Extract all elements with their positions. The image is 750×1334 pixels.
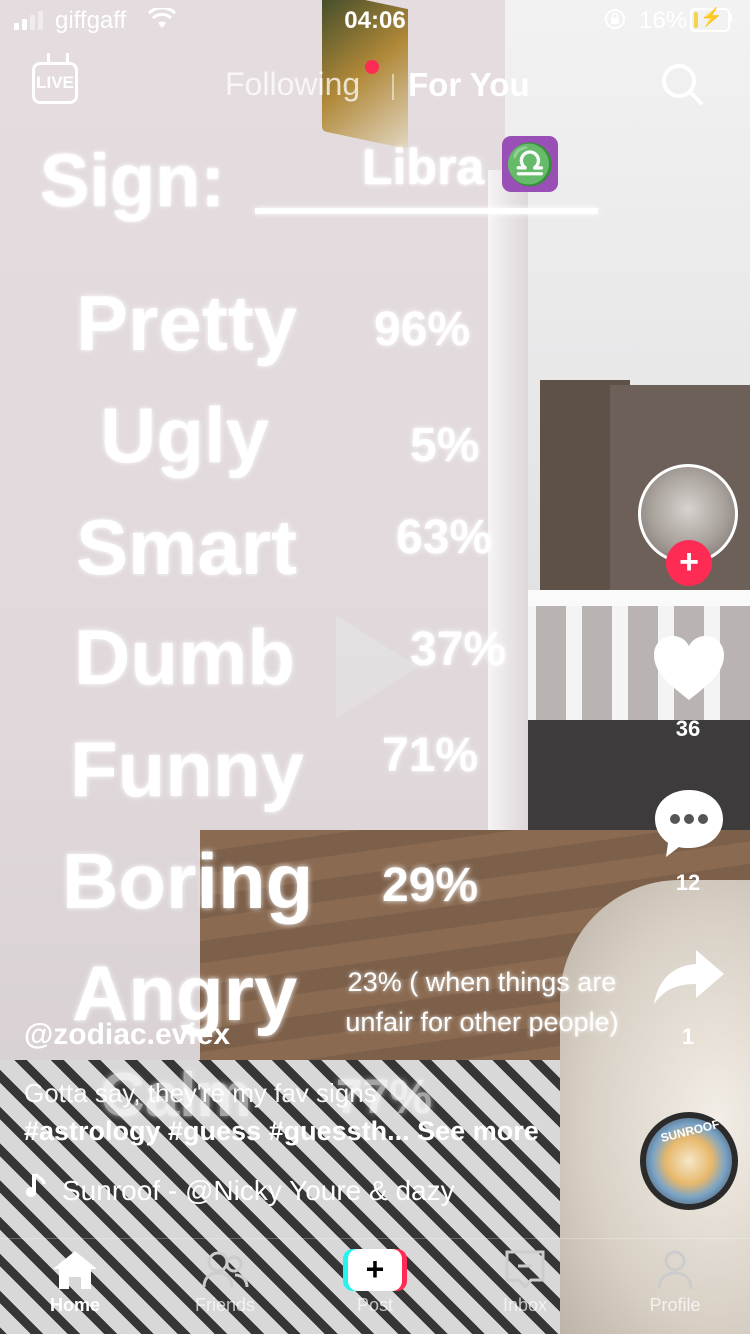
sign-value: Libra <box>362 139 485 195</box>
rotation-lock-icon <box>604 8 626 36</box>
nav-home-label: Home <box>49 1295 100 1315</box>
search-icon[interactable] <box>660 62 704 106</box>
heart-icon[interactable] <box>652 634 726 702</box>
caption-hashtags[interactable]: #astrology #guess #guessth... See more <box>24 1116 539 1147</box>
inbox-icon <box>505 1250 545 1290</box>
comment-icon[interactable] <box>652 787 726 859</box>
post-icon: + <box>343 1249 407 1291</box>
nav-post[interactable]: + Post <box>320 1249 430 1316</box>
trait-dumb-percent: 37% <box>410 623 507 676</box>
charging-bolt-icon: ⚡ <box>700 7 723 27</box>
see-more-link[interactable]: See more <box>417 1116 539 1146</box>
nav-home[interactable]: Home <box>20 1249 130 1316</box>
trait-angry-percent: 23% ( when things are unfair for other p… <box>322 962 642 1042</box>
comment-count: 12 <box>675 870 701 895</box>
sound-info[interactable]: Sunroof - @Nicky Youre & dazy <box>24 1172 455 1207</box>
nav-inbox-label: Inbox <box>502 1295 548 1315</box>
post-plus: + <box>348 1249 402 1291</box>
tab-divider <box>392 74 394 100</box>
new-content-dot <box>365 60 379 74</box>
share-icon[interactable] <box>652 948 726 1006</box>
home-icon <box>53 1251 97 1289</box>
trait-smart: Smart <box>76 503 298 591</box>
share-count: 1 <box>681 1024 695 1049</box>
nav-inbox[interactable]: Inbox <box>470 1249 580 1316</box>
sign-label: Sign: <box>40 139 225 222</box>
trait-dumb: Dumb <box>74 613 295 701</box>
bottom-nav: Home Friends + Post Inbox Profile <box>0 1238 750 1334</box>
battery-percent: 16% <box>639 7 688 34</box>
tab-following[interactable]: Following <box>225 66 360 103</box>
trait-funny-percent: 71% <box>382 729 479 782</box>
trait-smart-percent: 63% <box>396 511 493 564</box>
battery-icon: ⚡ <box>690 7 730 32</box>
hashtag-list[interactable]: #astrology #guess #guessth... <box>24 1116 410 1146</box>
libra-icon: ♎ <box>502 136 558 192</box>
tab-for-you[interactable]: For You <box>408 66 530 104</box>
nav-profile[interactable]: Profile <box>620 1249 730 1316</box>
sign-underline <box>255 208 598 214</box>
battery-fill <box>694 12 698 28</box>
trait-funny: Funny <box>70 725 304 813</box>
nav-friends-label: Friends <box>194 1295 256 1315</box>
follow-button[interactable]: + <box>666 540 712 586</box>
nav-post-label: Post <box>356 1295 394 1315</box>
clock: 04:06 <box>344 7 406 34</box>
profile-icon <box>657 1250 693 1290</box>
nav-friends[interactable]: Friends <box>170 1249 280 1316</box>
trait-boring-percent: 29% <box>382 859 479 912</box>
trait-pretty: Pretty <box>76 279 298 367</box>
trait-pretty-percent: 96% <box>374 303 471 356</box>
nav-profile-label: Profile <box>649 1295 701 1315</box>
trait-ugly: Ugly <box>100 391 270 479</box>
live-button[interactable]: LIVE <box>32 62 78 104</box>
banister-rail <box>520 590 750 606</box>
sound-title: Sunroof - @Nicky Youre & dazy <box>62 1175 455 1206</box>
door-frame <box>488 170 528 830</box>
status-bar: giffgaff 04:06 16% ⚡ <box>0 0 750 44</box>
trait-angry-percent-line1: 23% ( when things are <box>347 967 617 997</box>
battery-tip <box>729 14 732 22</box>
tiktok-screen: Sign: Libra ♎ Pretty 96% Ugly 5% Smart 6… <box>0 0 750 1334</box>
trait-boring: Boring <box>62 837 314 925</box>
friends-icon <box>202 1251 249 1288</box>
trait-ugly-percent: 5% <box>410 419 480 472</box>
play-icon[interactable] <box>336 615 418 719</box>
creator-username[interactable]: @zodiac.eviex <box>24 1018 230 1052</box>
video-caption: Gotta say, they're my fav signs <box>24 1078 377 1108</box>
trait-angry-percent-line2: unfair for other people) <box>345 1007 619 1037</box>
like-count: 36 <box>675 716 701 741</box>
music-note-icon <box>24 1172 50 1207</box>
